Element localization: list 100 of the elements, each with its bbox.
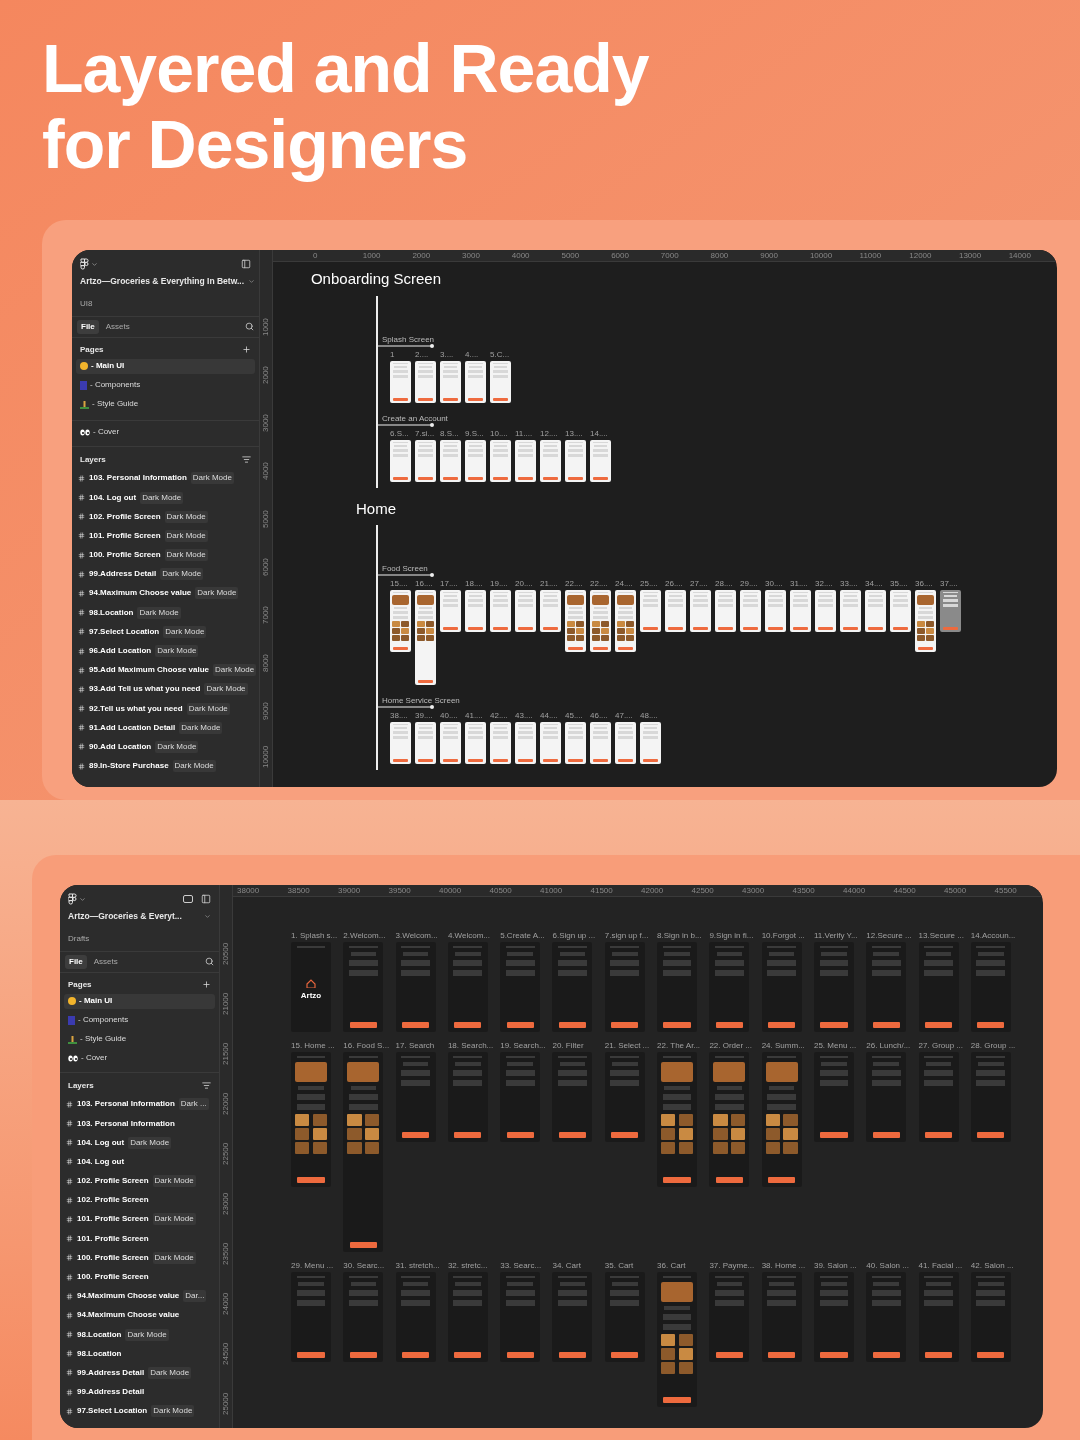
layer-name[interactable]: 98.Location [77, 1347, 122, 1360]
screen-thumbnail[interactable] [640, 722, 661, 764]
panel-toggle-icon[interactable] [201, 894, 211, 904]
screen-thumbnail[interactable] [866, 1052, 907, 1142]
screen-thumbnail[interactable] [890, 590, 911, 632]
screen-thumbnail[interactable] [813, 942, 854, 1032]
screen-thumbnail[interactable] [640, 590, 661, 632]
screen-thumbnail[interactable] [970, 1052, 1011, 1142]
screen-thumbnail[interactable] [415, 722, 436, 764]
layer-name[interactable]: 89.In-Store Purchase [89, 760, 169, 773]
screen-thumbnail[interactable] [395, 942, 436, 1032]
page-item[interactable]: - Style Guide [76, 396, 255, 412]
screen-thumbnail[interactable] [540, 590, 561, 632]
screen-thumbnail[interactable] [918, 1052, 959, 1142]
screen-thumbnail[interactable] [657, 1272, 698, 1407]
screen-thumbnail[interactable] [415, 360, 436, 403]
screen-thumbnail[interactable] [590, 722, 611, 764]
list-icon[interactable] [242, 455, 251, 465]
page-item[interactable]: - Components [76, 377, 255, 393]
screen-thumbnail[interactable] [395, 1272, 436, 1362]
screen-thumbnail[interactable] [500, 1052, 541, 1142]
screen-thumbnail[interactable] [918, 942, 959, 1032]
screen-thumbnail[interactable] [490, 439, 511, 482]
screen-thumbnail[interactable] [761, 1052, 802, 1187]
page-item[interactable]: - Components [64, 1012, 215, 1028]
ai-icon[interactable] [183, 895, 193, 903]
layer-name[interactable]: 99.Address Detail [77, 1366, 145, 1379]
screen-thumbnail[interactable] [615, 722, 636, 764]
page-item[interactable]: - Style Guide [64, 1031, 215, 1047]
screen-thumbnail[interactable] [390, 590, 411, 652]
screen-thumbnail[interactable] [665, 590, 686, 632]
screen-thumbnail[interactable] [447, 1052, 488, 1142]
layer-name[interactable]: 104. Log out [77, 1136, 125, 1149]
chevron-icon[interactable] [91, 260, 98, 268]
screen-thumbnail[interactable] [515, 722, 536, 764]
screen-thumbnail[interactable] [970, 942, 1011, 1032]
screen-thumbnail[interactable] [490, 590, 511, 632]
add-icon[interactable] [202, 980, 211, 990]
layer-name[interactable]: 101. Profile Screen [89, 529, 161, 542]
layer-name[interactable]: 102. Profile Screen [77, 1175, 149, 1188]
screen-thumbnail[interactable] [465, 439, 486, 482]
layer-name[interactable]: 97.Select Location [89, 625, 160, 638]
screen-thumbnail[interactable] [865, 590, 886, 632]
screen-thumbnail[interactable] [552, 1052, 593, 1142]
screen-thumbnail[interactable] [615, 590, 636, 652]
screen-thumbnail[interactable] [552, 1272, 593, 1362]
screen-thumbnail[interactable] [390, 439, 411, 482]
screen-thumbnail[interactable] [765, 590, 786, 632]
screen-thumbnail[interactable] [970, 1272, 1011, 1362]
screen-thumbnail[interactable] [915, 590, 936, 652]
page-item[interactable]: - Cover [64, 1050, 215, 1066]
layer-name[interactable]: 91.Add Location Detail [89, 721, 176, 734]
layer-name[interactable]: 103. Personal Information [77, 1098, 175, 1111]
screen-thumbnail[interactable] [447, 1272, 488, 1362]
screen-thumbnail[interactable] [500, 942, 541, 1032]
layer-name[interactable]: 94.Maximum Choose value [89, 587, 192, 600]
screen-thumbnail[interactable] [657, 1052, 698, 1187]
screen-thumbnail[interactable] [447, 942, 488, 1032]
screen-thumbnail[interactable] [815, 590, 836, 632]
screen-thumbnail[interactable] [565, 722, 586, 764]
layer-name[interactable]: 99.Address Detail [89, 568, 157, 581]
panel-tab[interactable]: File [77, 319, 99, 334]
screen-thumbnail[interactable] [465, 590, 486, 632]
screen-thumbnail[interactable] [604, 942, 645, 1032]
screen-thumbnail[interactable] [813, 1272, 854, 1362]
screen-thumbnail[interactable] [709, 942, 750, 1032]
screen-thumbnail[interactable] [465, 360, 486, 403]
figma-logo-icon[interactable] [68, 893, 77, 905]
screen-thumbnail[interactable] [490, 360, 511, 403]
layer-name[interactable]: 94.Maximum Choose value [77, 1309, 180, 1322]
screen-thumbnail[interactable] [761, 942, 802, 1032]
page-item[interactable]: - Main UI [64, 993, 215, 1009]
screen-thumbnail[interactable] [440, 360, 461, 403]
screen-thumbnail[interactable] [940, 590, 961, 632]
screen-thumbnail[interactable] [590, 439, 611, 482]
screen-thumbnail[interactable] [465, 722, 486, 764]
screen-thumbnail[interactable] [840, 590, 861, 632]
panel-toggle-icon[interactable] [241, 259, 251, 269]
screen-thumbnail[interactable] [790, 590, 811, 632]
chevron-icon[interactable] [79, 895, 86, 903]
screen-thumbnail[interactable] [761, 1272, 802, 1362]
layer-name[interactable]: 100. Profile Screen [77, 1251, 149, 1264]
screen-thumbnail[interactable] [552, 942, 593, 1032]
screen-thumbnail[interactable] [515, 439, 536, 482]
screen-thumbnail[interactable] [709, 1052, 750, 1187]
screen-thumbnail[interactable] [918, 1272, 959, 1362]
screen-thumbnail[interactable] [565, 590, 586, 652]
figma-logo-icon[interactable] [80, 258, 89, 270]
search-icon[interactable] [245, 322, 254, 332]
screen-thumbnail[interactable] [540, 722, 561, 764]
screen-thumbnail[interactable] [291, 1052, 331, 1187]
screen-thumbnail[interactable] [395, 1052, 436, 1142]
layer-name[interactable]: 90.Add Location [89, 740, 152, 753]
screen-thumbnail[interactable] [540, 439, 561, 482]
screen-thumbnail[interactable] [604, 1052, 645, 1142]
layer-name[interactable]: 95.Add Maximum Choose value [89, 664, 210, 677]
screen-thumbnail[interactable] [740, 590, 761, 632]
layer-name[interactable]: 103. Personal Information [89, 472, 187, 485]
screen-thumbnail[interactable] [343, 1052, 384, 1252]
layer-name[interactable]: 94.Maximum Choose value [77, 1290, 180, 1303]
